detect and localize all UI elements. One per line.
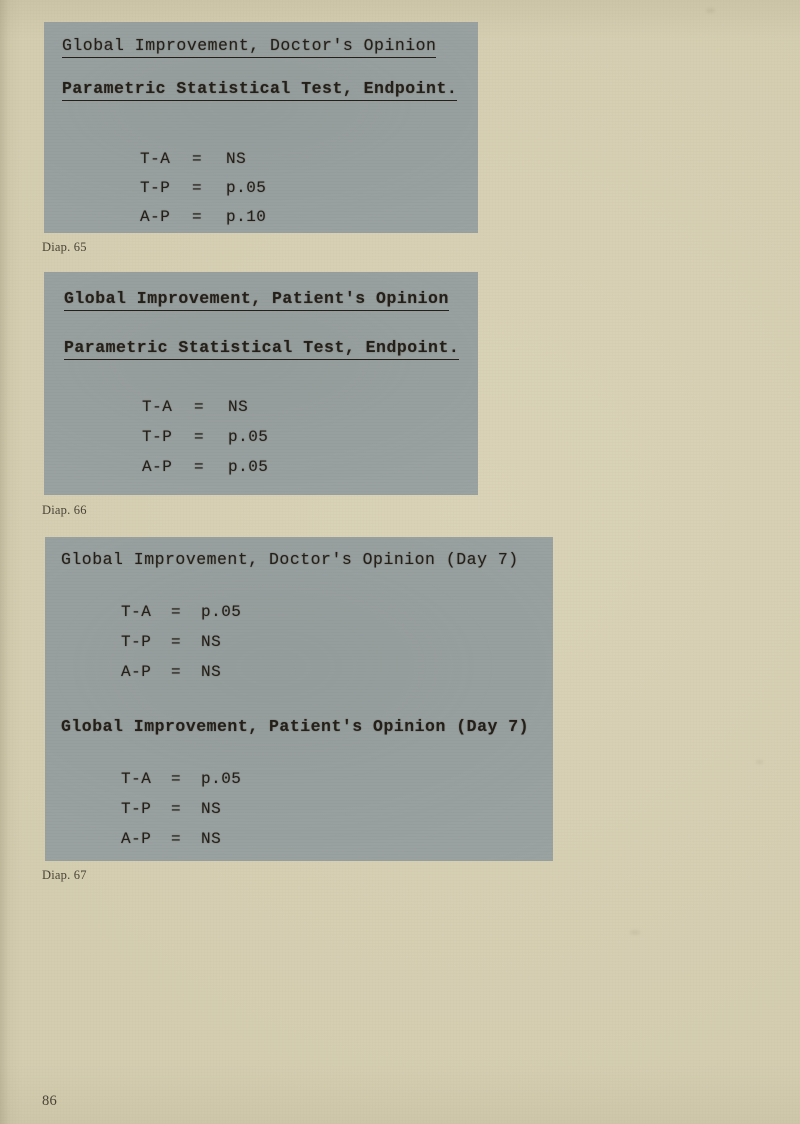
equals-sign: =: [194, 398, 205, 416]
comparison-label: A-P: [140, 208, 171, 226]
equals-sign: =: [194, 428, 205, 446]
comparison-label: T-P: [140, 179, 171, 197]
slide-65-heading-2: Parametric Statistical Test, Endpoint.: [62, 79, 458, 101]
slide-image-diap-65: Global Improvement, Doctor's Opinion Par…: [44, 22, 478, 233]
significance-value: p.05: [201, 603, 242, 621]
comparison-label: T-A: [121, 770, 152, 788]
figure-caption-diap-66: Diap. 66: [42, 503, 87, 517]
result-row: T-A = p.05: [121, 603, 241, 633]
slide-image-diap-67: Global Improvement, Doctor's Opinion (Da…: [45, 537, 553, 861]
significance-value: p.05: [228, 458, 269, 476]
slide-66-heading-2: Parametric Statistical Test, Endpoint.: [64, 338, 460, 360]
result-row: A-P = NS: [121, 830, 241, 860]
significance-value: NS: [201, 830, 222, 848]
slide-66-result-list: T-A = NS T-P = p.05 A-P = p.05: [142, 398, 268, 488]
significance-value: NS: [201, 800, 222, 818]
equals-sign: =: [171, 770, 182, 788]
result-row: T-A = NS: [142, 398, 268, 428]
slide-67-patient-result-list: T-A = p.05 T-P = NS A-P = NS: [121, 770, 241, 860]
slide-67-doctor-result-list: T-A = p.05 T-P = NS A-P = NS: [121, 603, 241, 693]
result-row: T-P = NS: [121, 800, 241, 830]
result-row: T-P = p.05: [142, 428, 268, 458]
comparison-label: T-A: [121, 603, 152, 621]
significance-value: p.05: [201, 770, 242, 788]
slide-67-heading-2: Global Improvement, Patient's Opinion (D…: [61, 717, 530, 736]
slide-66-heading-1: Global Improvement, Patient's Opinion: [64, 289, 449, 311]
comparison-label: T-A: [142, 398, 173, 416]
comparison-label: T-P: [142, 428, 173, 446]
comparison-label: A-P: [121, 830, 152, 848]
equals-sign: =: [171, 800, 182, 818]
figure-caption-diap-67: Diap. 67: [42, 868, 87, 882]
significance-value: p.05: [228, 428, 269, 446]
figure-caption-diap-65: Diap. 65: [42, 240, 87, 254]
equals-sign: =: [192, 179, 203, 197]
equals-sign: =: [171, 663, 182, 681]
result-row: T-P = NS: [121, 633, 241, 663]
slide-65-heading-1: Global Improvement, Doctor's Opinion: [62, 36, 437, 58]
significance-value: p.05: [226, 179, 267, 197]
result-row: T-P = p.05: [140, 179, 266, 208]
equals-sign: =: [171, 633, 182, 651]
significance-value: NS: [201, 633, 222, 651]
equals-sign: =: [171, 603, 182, 621]
page-number: 86: [42, 1093, 58, 1109]
significance-value: p.10: [226, 208, 267, 226]
significance-value: NS: [228, 398, 249, 416]
result-row: T-A = NS: [140, 150, 266, 179]
equals-sign: =: [192, 208, 203, 226]
result-row: A-P = NS: [121, 663, 241, 693]
equals-sign: =: [171, 830, 182, 848]
comparison-label: T-P: [121, 800, 152, 818]
significance-value: NS: [201, 663, 222, 681]
slide-66-content: Global Improvement, Patient's Opinion Pa…: [44, 272, 478, 495]
significance-value: NS: [226, 150, 247, 168]
slide-67-content: Global Improvement, Doctor's Opinion (Da…: [45, 537, 553, 861]
slide-67-heading-1: Global Improvement, Doctor's Opinion (Da…: [61, 550, 519, 569]
comparison-label: A-P: [121, 663, 152, 681]
result-row: A-P = p.05: [142, 458, 268, 488]
equals-sign: =: [192, 150, 203, 168]
result-row: A-P = p.10: [140, 208, 266, 237]
comparison-label: T-P: [121, 633, 152, 651]
slide-65-content: Global Improvement, Doctor's Opinion Par…: [44, 22, 478, 233]
equals-sign: =: [194, 458, 205, 476]
slide-image-diap-66: Global Improvement, Patient's Opinion Pa…: [44, 272, 478, 495]
result-row: T-A = p.05: [121, 770, 241, 800]
slide-65-result-list: T-A = NS T-P = p.05 A-P = p.10: [140, 150, 266, 237]
comparison-label: T-A: [140, 150, 171, 168]
comparison-label: A-P: [142, 458, 173, 476]
